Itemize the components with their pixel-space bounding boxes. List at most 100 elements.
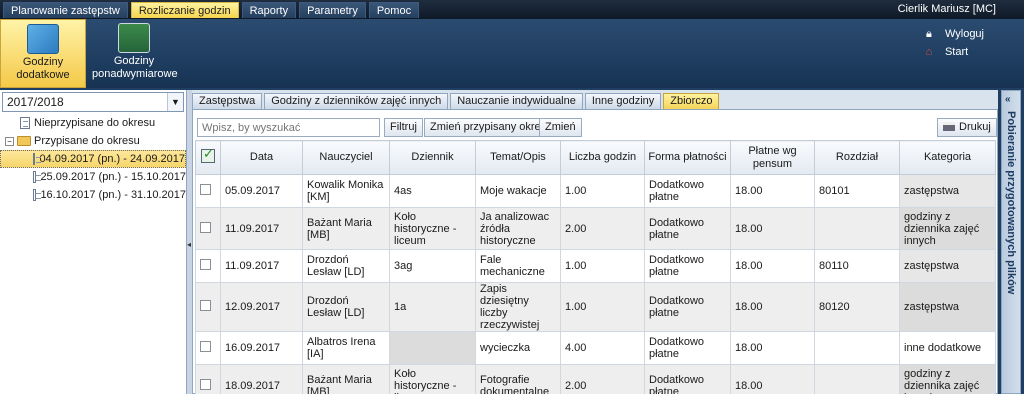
table-row[interactable]: 11.09.2017 Drozdoń Lesław [LD] 3ag Fale … — [195, 249, 996, 283]
grid-toolbar: Filtruj Zmień przypisany okres Zmień Dru… — [197, 118, 997, 137]
table-row[interactable]: 11.09.2017 Bażant Maria [MB] Koło histor… — [195, 207, 996, 250]
main-panel: Zastępstwa Godziny z dzienników zajęć in… — [192, 90, 998, 394]
col-rozdzial[interactable]: Rozdział — [814, 140, 900, 175]
cell-date: 05.09.2017 — [220, 174, 303, 208]
collapse-icon[interactable]: − — [5, 136, 14, 146]
cell-category: zastępstwa — [899, 282, 996, 332]
col-dziennik[interactable]: Dziennik — [389, 140, 476, 175]
table-row[interactable]: 12.09.2017 Drozdoń Lesław [LD] 1a Zapis … — [195, 282, 996, 332]
cell-teacher: Bażant Maria [MB] — [302, 207, 390, 250]
wyloguj-link[interactable]: 🔒︎ Wyloguj — [923, 25, 984, 43]
menu-rozliczanie[interactable]: Rozliczanie godzin — [130, 1, 239, 18]
ribbon: Godziny dodatkowe Godziny ponadwymiarowe… — [0, 19, 1024, 88]
cell-topic: Zapis dziesiętny liczby rzeczywistej — [475, 282, 561, 332]
row-checkbox[interactable] — [195, 364, 221, 394]
cell-date: 16.09.2017 — [220, 331, 303, 365]
col-nauczyciel[interactable]: Nauczyciel — [302, 140, 390, 175]
tree-item-label: Przypisane do okresu — [34, 135, 140, 147]
change-button[interactable]: Zmień — [539, 118, 582, 137]
chevron-left-icon[interactable]: ◂ — [187, 240, 191, 249]
start-link[interactable]: ⌂ Start — [923, 43, 984, 61]
cell-teacher: Drozdoń Lesław [LD] — [302, 249, 390, 283]
cell-category: zastępstwa — [899, 174, 996, 208]
tab-strip: Zastępstwa Godziny z dzienników zajęć in… — [192, 93, 721, 109]
cell-date: 11.09.2017 — [220, 207, 303, 250]
cell-hours: 4.00 — [560, 331, 645, 365]
row-checkbox[interactable] — [195, 174, 221, 208]
cell-teacher: Kowalik Monika [KM] — [302, 174, 390, 208]
cell-pensum: 18.00 — [730, 207, 815, 250]
tab-inne-godziny[interactable]: Inne godziny — [584, 93, 662, 109]
tree-item-label: 16.10.2017 (pn.) - 31.10.2017 — [40, 189, 186, 201]
tree-item-period-2[interactable]: 25.09.2017 (pn.) - 15.10.2017 — [0, 168, 186, 186]
col-data[interactable]: Data — [220, 140, 303, 175]
row-checkbox[interactable] — [195, 207, 221, 250]
tab-nauczanie-indywidualne[interactable]: Nauczanie indywidualne — [450, 93, 583, 109]
printer-icon — [943, 122, 955, 131]
year-select[interactable]: 2017/2018 ▼ — [2, 92, 184, 112]
print-button[interactable]: Drukuj — [937, 118, 997, 137]
cell-date: 18.09.2017 — [220, 364, 303, 394]
cell-pensum: 18.00 — [730, 282, 815, 332]
chevron-down-icon[interactable]: ▼ — [167, 93, 183, 111]
menu-raporty[interactable]: Raporty — [241, 1, 297, 18]
col-platne-wg-pensum[interactable]: Płatne wg pensum — [730, 140, 815, 175]
col-kategoria[interactable]: Kategoria — [899, 140, 996, 175]
cell-topic: Moje wakacje — [475, 174, 561, 208]
cell-category: godziny z dziennika zajęć innych — [899, 364, 996, 394]
tree-item-period-3[interactable]: 16.10.2017 (pn.) - 31.10.2017 — [0, 186, 186, 204]
select-all-icon[interactable] — [201, 147, 215, 163]
tree-item-label: 25.09.2017 (pn.) - 15.10.2017 — [40, 171, 186, 183]
cell-journal — [389, 331, 476, 365]
cell-teacher: Albatros Irena [IA] — [302, 331, 390, 365]
downloads-panel-label: Pobieranie przygotowanych plików — [1005, 111, 1017, 295]
menu-parametry[interactable]: Parametry — [299, 1, 366, 18]
godziny-dodatkowe-label: Godziny dodatkowe — [16, 56, 70, 81]
cell-topic: Ja analizowac źródła historyczne — [475, 207, 561, 250]
row-checkbox[interactable] — [195, 331, 221, 365]
change-period-button[interactable]: Zmień przypisany okres — [424, 118, 553, 137]
select-all-header[interactable] — [195, 140, 221, 175]
col-temat[interactable]: Temat/Opis — [475, 140, 561, 175]
lock-icon: 🔒︎ — [926, 28, 932, 40]
table-row[interactable]: 05.09.2017 Kowalik Monika [KM] 4as Moje … — [195, 174, 996, 208]
expand-icon[interactable]: « — [1005, 94, 1017, 106]
user-name: Cierlik Mariusz [MC] — [897, 3, 996, 15]
tree-item-unassigned[interactable]: Nieprzypisane do okresu — [0, 114, 186, 132]
row-checkbox[interactable] — [195, 249, 221, 283]
cell-teacher: Drozdoń Lesław [LD] — [302, 282, 390, 332]
cell-chapter — [814, 331, 900, 365]
cell-chapter: 80101 — [814, 174, 900, 208]
menu-bar: Planowanie zastępstw Rozliczanie godzin … — [0, 0, 1024, 19]
cell-journal: 3ag — [389, 249, 476, 283]
filter-button[interactable]: Filtruj — [384, 118, 423, 137]
row-checkbox[interactable] — [195, 282, 221, 332]
godziny-dodatkowe-button[interactable]: Godziny dodatkowe — [0, 19, 86, 88]
cell-chapter — [814, 207, 900, 250]
cell-topic: wycieczka — [475, 331, 561, 365]
tab-zbiorczo[interactable]: Zbiorczo — [663, 93, 720, 109]
wyloguj-label: Wyloguj — [944, 28, 984, 40]
search-input[interactable] — [197, 118, 380, 137]
tab-zastepstwa[interactable]: Zastępstwa — [192, 93, 263, 109]
table-row[interactable]: 18.09.2017 Bażant Maria [MB] Koło histor… — [195, 364, 996, 394]
teacher-board-icon — [118, 23, 150, 53]
col-forma-platnosci[interactable]: Forma płatności — [644, 140, 731, 175]
cell-pensum: 18.00 — [730, 249, 815, 283]
tab-godziny-z-dziennikow[interactable]: Godziny z dzienników zajęć innych — [264, 93, 449, 109]
home-icon: ⌂ — [925, 46, 933, 58]
col-liczba-godzin[interactable]: Liczba godzin — [560, 140, 645, 175]
godziny-ponadwymiarowe-button[interactable]: Godziny ponadwymiarowe — [91, 19, 178, 88]
menu-pomoc[interactable]: Pomoc — [368, 1, 420, 18]
tree-item-assigned[interactable]: − Przypisane do okresu — [0, 132, 186, 150]
table-row[interactable]: 16.09.2017 Albatros Irena [IA] wycieczka… — [195, 331, 996, 365]
cell-journal: Koło historyczne - liceum — [389, 364, 476, 394]
menu-planowanie[interactable]: Planowanie zastępstw — [3, 1, 128, 18]
downloads-panel[interactable]: « Pobieranie przygotowanych plików — [1001, 90, 1021, 394]
cell-payment: Dodatkowo płatne — [644, 174, 731, 208]
cell-hours: 1.00 — [560, 249, 645, 283]
tree-item-period-1[interactable]: 04.09.2017 (pn.) - 24.09.2017 — [0, 150, 186, 168]
cell-teacher: Bażant Maria [MB] — [302, 364, 390, 394]
calculator-icon — [27, 24, 59, 54]
tree-item-label: 04.09.2017 (pn.) - 24.09.2017 — [39, 153, 185, 165]
